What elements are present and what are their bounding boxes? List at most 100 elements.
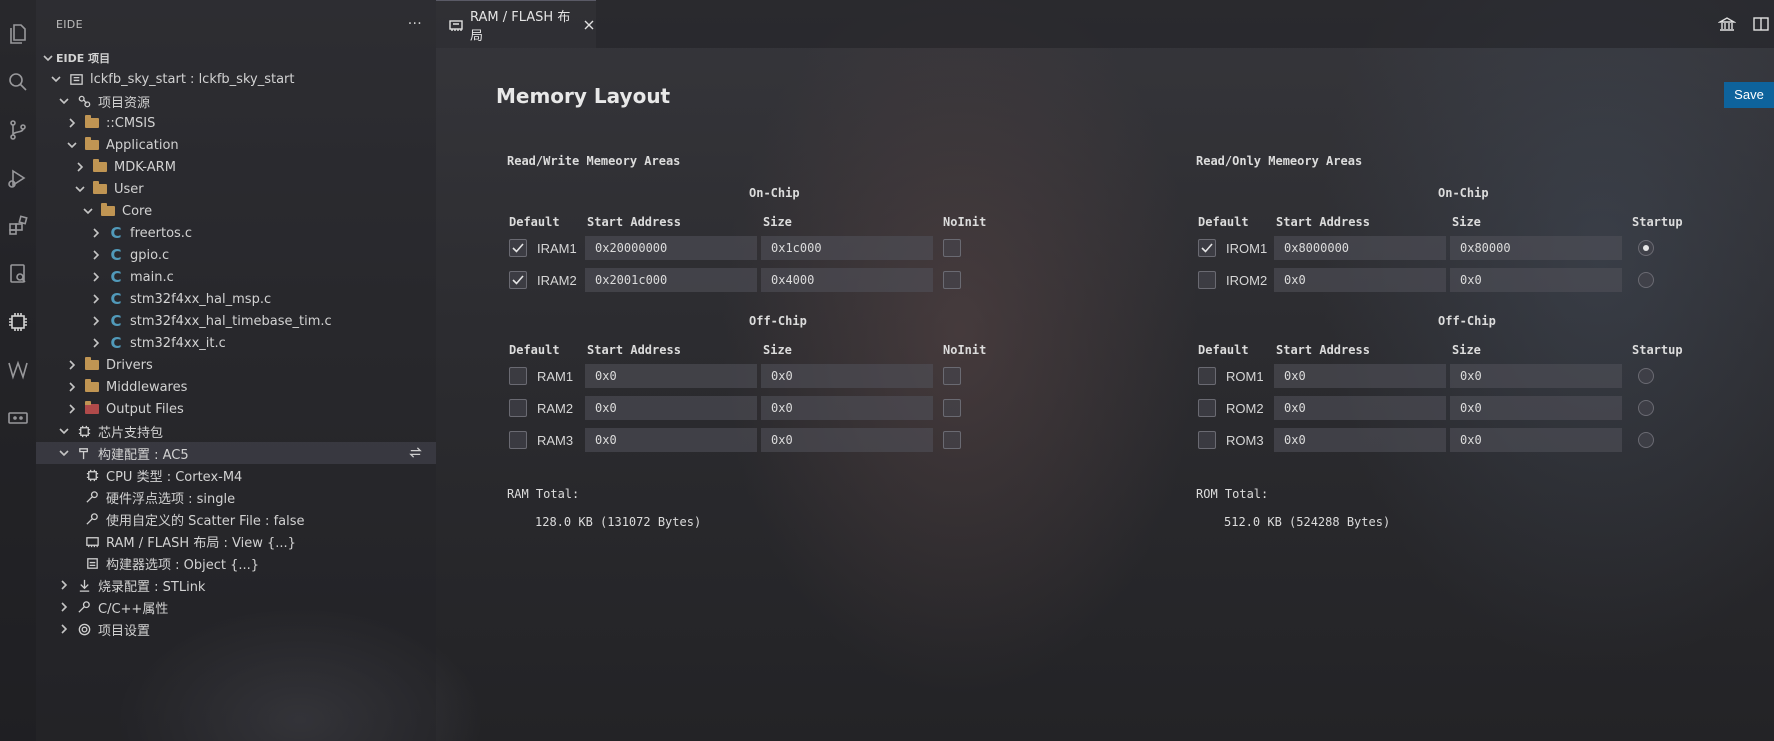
tree-item[interactable]: lckfb_sky_start : lckfb_sky_start [36, 68, 436, 90]
tree-item[interactable]: Drivers [36, 354, 436, 376]
tree-item[interactable]: Middlewares [36, 376, 436, 398]
start-address-input[interactable]: 0x20000000 [585, 236, 757, 260]
tree-item[interactable]: Cgpio.c [36, 244, 436, 266]
eide-button[interactable] [0, 298, 36, 346]
memory-area-name: RAM1 [537, 369, 574, 384]
startup-radio[interactable] [1638, 272, 1654, 288]
tree-item[interactable]: 硬件浮点选项 : single [36, 486, 436, 508]
start-address-input[interactable]: 0x8000000 [1274, 236, 1446, 260]
size-input[interactable]: 0x0 [1450, 268, 1622, 292]
start-address-input[interactable]: 0x0 [1274, 428, 1446, 452]
size-input[interactable]: 0x80000 [1450, 236, 1622, 260]
run-debug-button[interactable] [0, 154, 36, 202]
default-checkbox[interactable] [1198, 271, 1216, 289]
remote-button[interactable] [0, 250, 36, 298]
source-control-button[interactable] [0, 106, 36, 154]
serial-monitor-button[interactable] [0, 394, 36, 442]
chip-icon [9, 313, 27, 331]
default-checkbox[interactable] [1198, 431, 1216, 449]
start-address-input[interactable]: 0x2001c000 [585, 268, 757, 292]
close-icon[interactable] [582, 18, 596, 32]
tree-item[interactable]: Cstm32f4xx_hal_timebase_tim.c [36, 310, 436, 332]
tree-item[interactable]: Cstm32f4xx_it.c [36, 332, 436, 354]
chevron-down-icon [56, 93, 72, 109]
default-checkbox[interactable] [509, 399, 527, 417]
explorer-button[interactable] [0, 10, 36, 58]
size-input[interactable]: 0x0 [1450, 396, 1622, 420]
size-input[interactable]: 0x4000 [761, 268, 933, 292]
size-input[interactable]: 0x0 [761, 396, 933, 420]
tree-item[interactable]: 芯片支持包 [36, 420, 436, 442]
default-checkbox[interactable] [509, 239, 527, 257]
column-header-start-address: Start Address [1276, 343, 1370, 357]
startup-radio[interactable] [1638, 368, 1654, 384]
default-checkbox[interactable] [509, 431, 527, 449]
tree-item[interactable]: Output Files [36, 398, 436, 420]
noinit-checkbox[interactable] [943, 399, 961, 417]
tree-item[interactable]: Cmain.c [36, 266, 436, 288]
start-address-input[interactable]: 0x0 [585, 396, 757, 420]
start-address-input[interactable]: 0x0 [1274, 364, 1446, 388]
extensions-button[interactable] [0, 202, 36, 250]
section-eide-project[interactable]: EIDE 项目 [36, 48, 436, 68]
tree-item[interactable]: C/C++属性 [36, 596, 436, 618]
search-button[interactable] [0, 58, 36, 106]
startup-radio[interactable] [1638, 432, 1654, 448]
chevron-down-icon [40, 50, 56, 66]
column-header-default: Default [509, 343, 560, 357]
tree-item[interactable]: Cfreertos.c [36, 222, 436, 244]
waveform-button[interactable] [0, 346, 36, 394]
tree-item[interactable]: MDK-ARM [36, 156, 436, 178]
noinit-checkbox[interactable] [943, 271, 961, 289]
default-checkbox[interactable] [1198, 399, 1216, 417]
startup-radio[interactable] [1638, 240, 1654, 256]
tree-item[interactable]: ::CMSIS [36, 112, 436, 134]
memory-area-name: RAM3 [537, 433, 574, 448]
default-checkbox[interactable] [509, 367, 527, 385]
start-address-input[interactable]: 0x0 [585, 364, 757, 388]
tree-item[interactable]: 项目设置 [36, 618, 436, 640]
chevron-down-icon [56, 423, 72, 439]
sidebar-header: EIDE ··· [36, 0, 436, 48]
noinit-checkbox[interactable] [943, 367, 961, 385]
tree-item[interactable]: 烧录配置 : STLink [36, 574, 436, 596]
tree-item[interactable]: 使用自定义的 Scatter File : false [36, 508, 436, 530]
tree-item[interactable]: 构建器选项 : Object {...} [36, 552, 436, 574]
size-input[interactable]: 0x0 [761, 364, 933, 388]
tree-item[interactable]: 构建配置 : AC5 [36, 442, 436, 464]
chevron-down-icon [80, 203, 96, 219]
size-input[interactable]: 0x0 [761, 428, 933, 452]
tree-item[interactable]: CPU 类型 : Cortex-M4 [36, 464, 436, 486]
default-checkbox[interactable] [509, 271, 527, 289]
tree-item[interactable]: Cstm32f4xx_hal_msp.c [36, 288, 436, 310]
default-checkbox[interactable] [1198, 367, 1216, 385]
save-button[interactable]: Save [1724, 82, 1774, 108]
default-checkbox[interactable] [1198, 239, 1216, 257]
switch-config-icon[interactable] [408, 445, 424, 461]
size-input[interactable]: 0x0 [1450, 428, 1622, 452]
tree-item[interactable]: Core [36, 200, 436, 222]
start-address-input[interactable]: 0x0 [1274, 396, 1446, 420]
size-input[interactable]: 0x0 [1450, 364, 1622, 388]
c-file-icon: C [110, 334, 122, 352]
split-editor-icon[interactable] [1752, 15, 1770, 33]
tree-item-label: Middlewares [106, 379, 188, 395]
project-tree: lckfb_sky_start : lckfb_sky_start 项目资源::C… [36, 68, 436, 640]
bank-icon[interactable] [1717, 15, 1737, 33]
tree-item[interactable]: Application [36, 134, 436, 156]
start-address-input[interactable]: 0x0 [1274, 268, 1446, 292]
tree-item[interactable]: RAM / FLASH 布局 : View {...} [36, 530, 436, 552]
more-actions-icon[interactable]: ··· [408, 16, 422, 32]
tab-ram-flash-layout[interactable]: RAM / FLASH 布局 [436, 0, 596, 48]
tree-item-label: 构建配置 : AC5 [98, 447, 189, 463]
size-input[interactable]: 0x1c000 [761, 236, 933, 260]
start-address-input[interactable]: 0x0 [585, 428, 757, 452]
chevron-right-icon [88, 247, 104, 263]
tree-item[interactable]: 项目资源 [36, 90, 436, 112]
startup-radio[interactable] [1638, 400, 1654, 416]
noinit-checkbox[interactable] [943, 431, 961, 449]
noinit-checkbox[interactable] [943, 239, 961, 257]
tree-item[interactable]: User [36, 178, 436, 200]
